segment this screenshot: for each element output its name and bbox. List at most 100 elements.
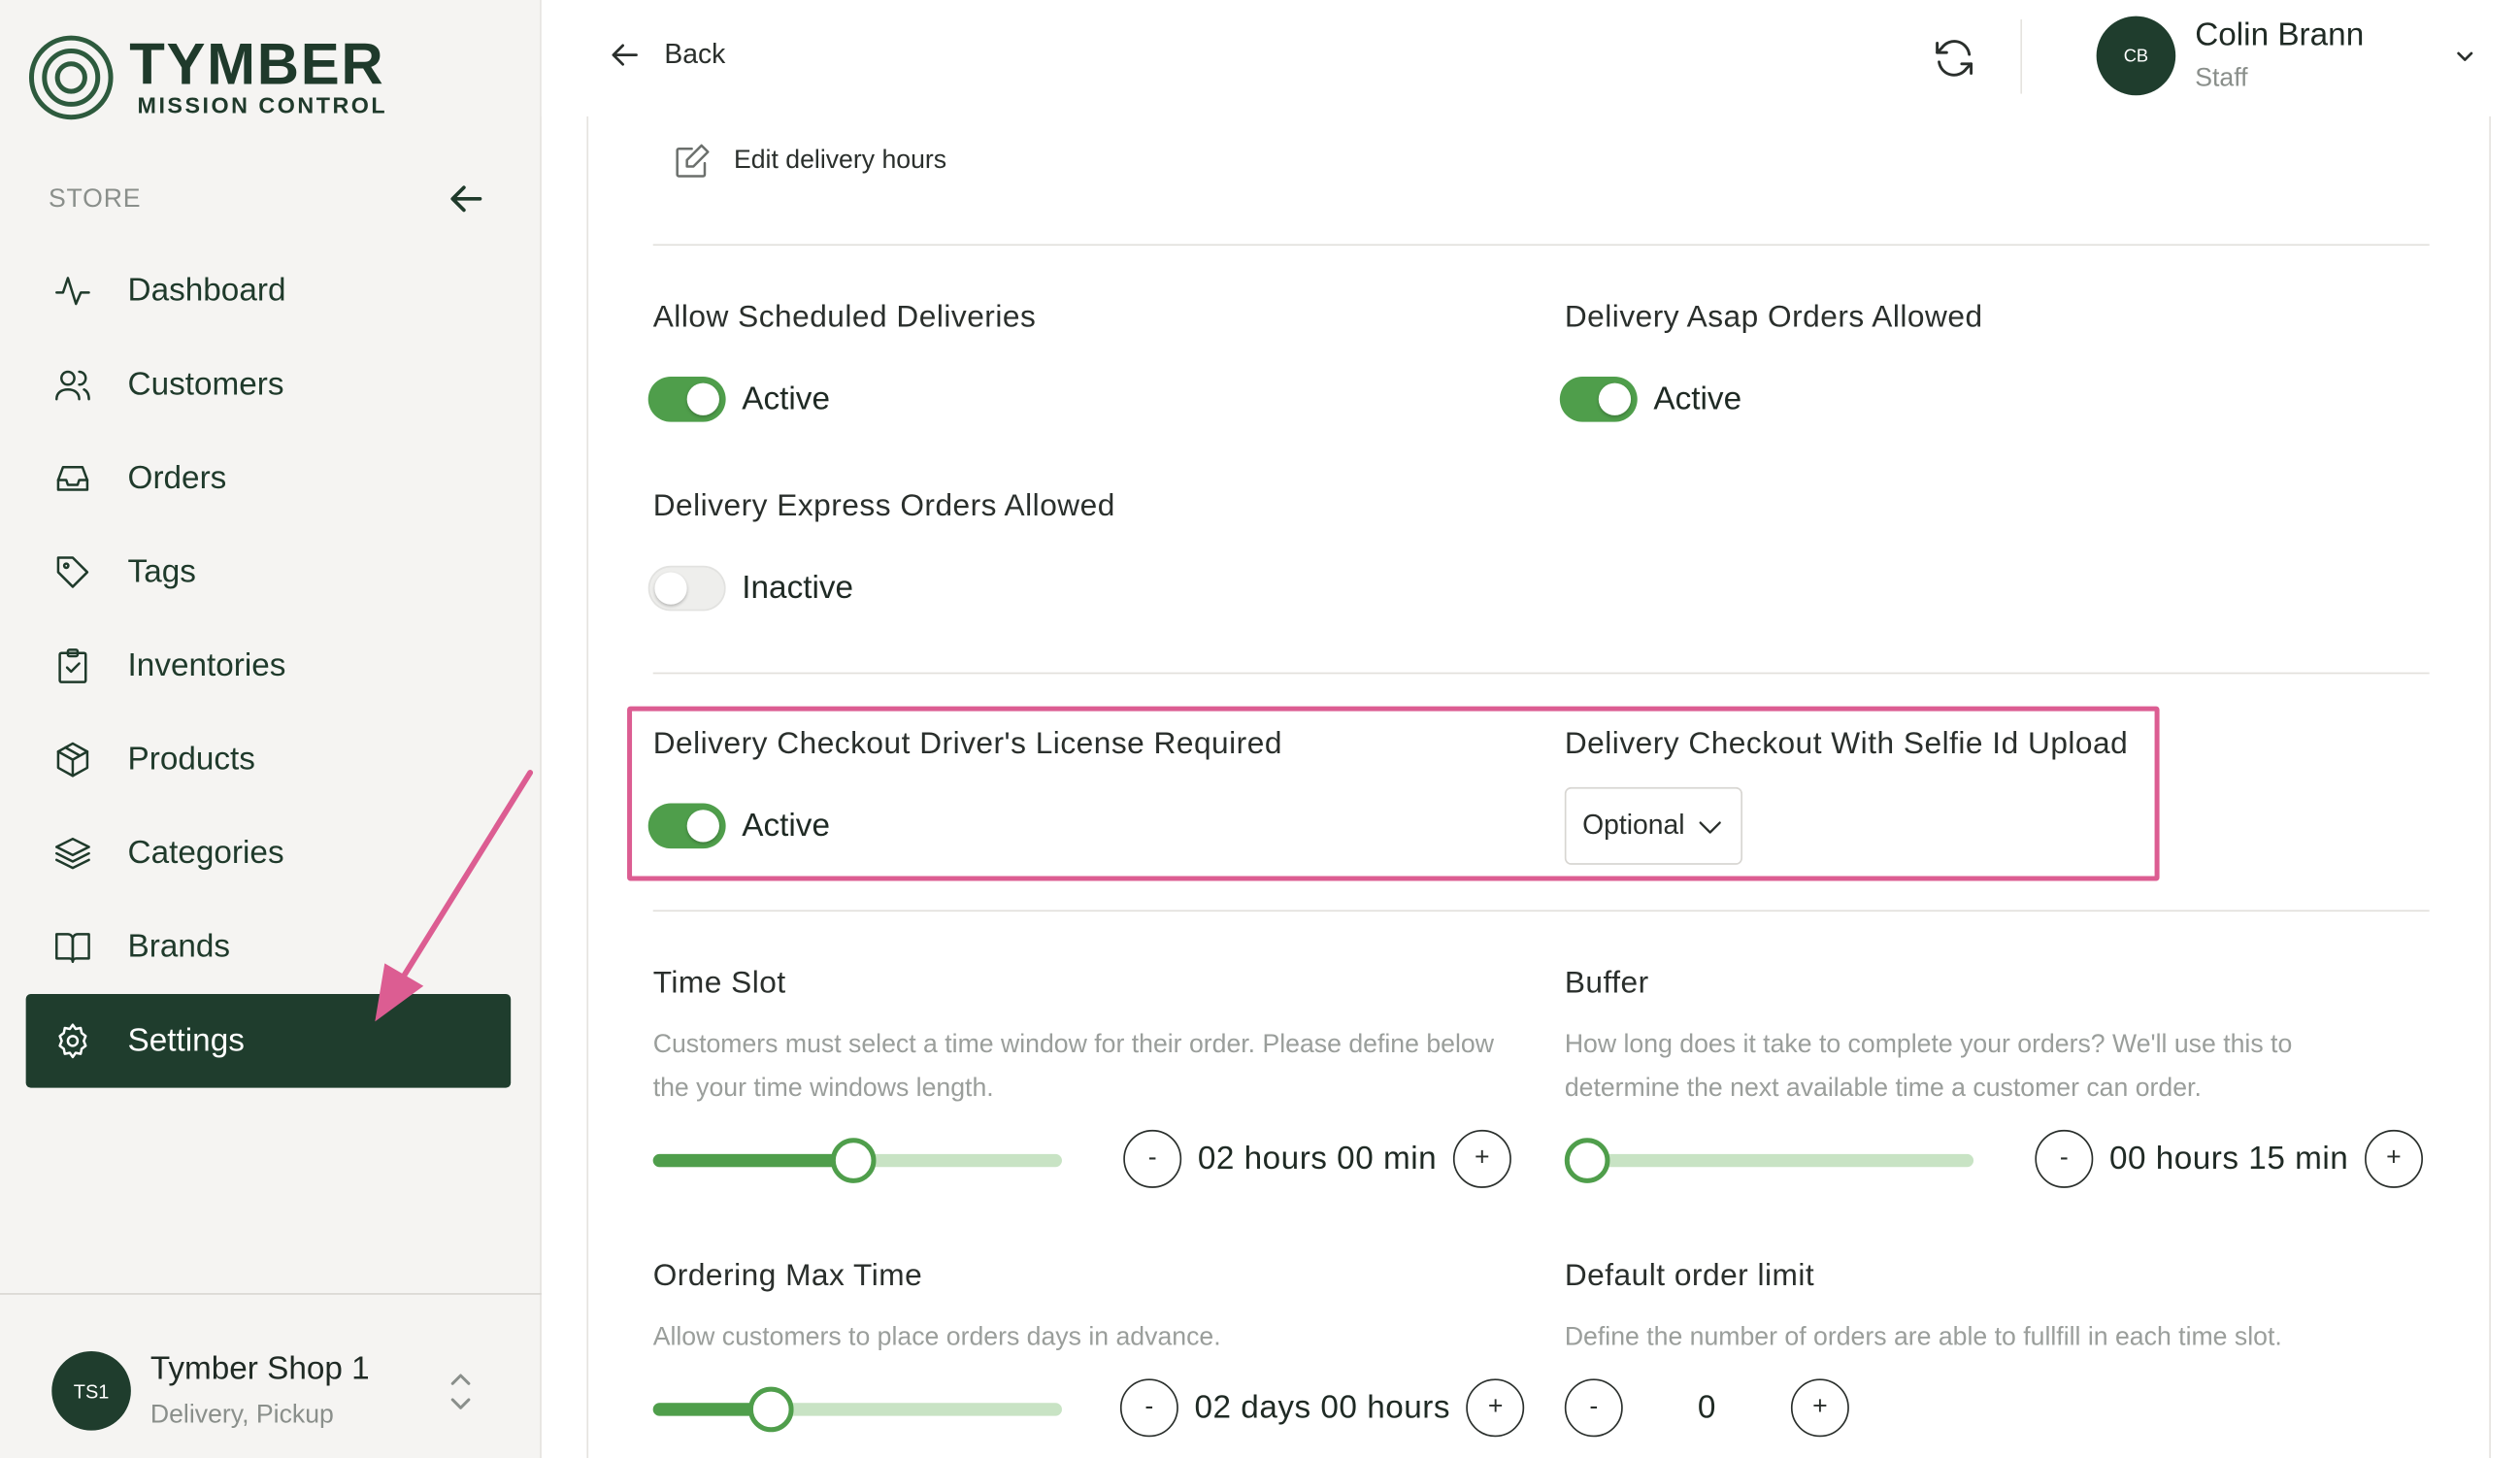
edit-icon <box>676 144 710 178</box>
sidebar-item-tags[interactable]: Tags <box>26 525 512 619</box>
book-open-icon <box>51 926 93 968</box>
slider-thumb[interactable] <box>830 1138 877 1183</box>
tag-icon <box>51 551 93 593</box>
buffer-value: 00 hours 15 min <box>2108 1140 2349 1176</box>
sidebar-item-dashboard[interactable]: Dashboard <box>26 244 512 338</box>
layers-icon <box>51 833 93 875</box>
logo-rings-icon <box>28 35 114 120</box>
gear-icon <box>51 1020 93 1062</box>
selfie-upload-select[interactable]: Optional <box>1564 786 1742 865</box>
chevron-down-icon[interactable] <box>2454 46 2476 68</box>
time-slot-stepper: - 02 hours 00 min + <box>1123 1129 1511 1188</box>
time-slot-increment-button[interactable]: + <box>1452 1129 1511 1188</box>
default-order-limit-value: 0 <box>1697 1389 1716 1425</box>
edit-hours-label: Edit delivery hours <box>733 147 947 175</box>
time-slot-value: 02 hours 00 min <box>1197 1140 1438 1176</box>
users-icon <box>51 364 93 406</box>
default-order-limit-increment-button[interactable]: + <box>1790 1378 1849 1438</box>
sidebar-item-label: Orders <box>127 459 227 496</box>
time-slot-slider[interactable] <box>652 1137 1062 1185</box>
buffer-increment-button[interactable]: + <box>2364 1129 2423 1188</box>
sidebar-nav: Dashboard Customers Orders Tags Inventor… <box>25 244 512 1088</box>
clipboard-check-icon <box>51 645 93 686</box>
arrow-left-icon <box>612 44 638 66</box>
time-slot-decrement-button[interactable]: - <box>1123 1129 1182 1188</box>
user-role: Staff <box>2195 64 2248 92</box>
slider-thumb[interactable] <box>1564 1138 1610 1183</box>
divider <box>652 672 2430 675</box>
sidebar-item-label: Categories <box>127 835 284 871</box>
sidebar-item-settings[interactable]: Settings <box>25 994 512 1088</box>
shop-modes: Delivery, Pickup <box>149 1401 334 1429</box>
allow-scheduled-toggle[interactable] <box>647 376 726 422</box>
ordering-max-time-decrement-button[interactable]: - <box>1119 1378 1178 1438</box>
shop-switcher[interactable]: TS1 Tymber Shop 1 Delivery, Pickup <box>51 1351 496 1431</box>
ordering-max-time-description: Allow customers to place orders days in … <box>652 1323 1221 1352</box>
ordering-max-time-label: Ordering Max Time <box>652 1259 923 1294</box>
sidebar-item-brands[interactable]: Brands <box>26 900 512 994</box>
sidebar-item-products[interactable]: Products <box>26 712 512 807</box>
sidebar-item-orders[interactable]: Orders <box>26 432 512 526</box>
back-label: Back <box>664 38 726 70</box>
ordering-max-time-slider[interactable] <box>652 1385 1062 1434</box>
chevron-up-down-icon[interactable] <box>448 1371 474 1412</box>
activity-icon <box>51 270 93 312</box>
divider <box>652 244 2430 247</box>
shop-name: Tymber Shop 1 <box>149 1351 370 1387</box>
brand-title: TYMBER <box>129 30 385 97</box>
ordering-max-time-increment-button[interactable]: + <box>1466 1378 1525 1438</box>
buffer-stepper: - 00 hours 15 min + <box>2035 1129 2423 1188</box>
express-allowed-state: Inactive <box>742 569 854 606</box>
delivery-settings-card: Edit delivery hours Allow Scheduled Deli… <box>586 116 2491 1458</box>
refresh-icon[interactable] <box>1932 36 1977 82</box>
sidebar-item-label: Brands <box>127 928 231 965</box>
sidebar-item-customers[interactable]: Customers <box>26 338 512 432</box>
slider-thumb[interactable] <box>748 1386 795 1433</box>
license-required-toggle[interactable] <box>647 803 726 849</box>
edit-delivery-hours-link[interactable]: Edit delivery hours <box>673 143 946 182</box>
buffer-label: Buffer <box>1564 966 1649 1001</box>
sidebar-item-categories[interactable]: Categories <box>26 807 512 901</box>
buffer-description: How long does it take to complete your o… <box>1564 1031 2293 1103</box>
sidebar: TYMBER MISSION CONTROL STORE Dashboard C… <box>0 0 542 1458</box>
default-order-limit-decrement-button[interactable]: - <box>1564 1378 1623 1438</box>
top-bar: Back CB Colin Brann Staff <box>541 0 2520 116</box>
topbar-divider <box>2020 18 2023 94</box>
license-required-state: Active <box>742 807 830 844</box>
asap-allowed-toggle[interactable] <box>1559 376 1638 422</box>
sidebar-item-label: Inventories <box>127 646 286 683</box>
chevron-down-icon <box>1700 821 1722 834</box>
brand-subtitle: MISSION CONTROL <box>137 91 388 118</box>
express-allowed-toggle[interactable] <box>647 565 726 612</box>
default-order-limit-stepper: - 0 + <box>1564 1378 1849 1438</box>
sidebar-item-label: Dashboard <box>127 272 286 309</box>
sidebar-item-label: Products <box>127 741 255 778</box>
buffer-slider[interactable] <box>1564 1137 1974 1185</box>
sidebar-divider <box>0 1293 542 1295</box>
asap-allowed-label: Delivery Asap Orders Allowed <box>1564 300 1983 335</box>
user-menu[interactable]: CB Colin Brann Staff <box>2096 16 2365 96</box>
selfie-upload-label: Delivery Checkout With Selfie Id Upload <box>1564 727 2129 762</box>
ordering-max-time-value: 02 days 00 hours <box>1194 1389 1451 1425</box>
section-label: STORE <box>48 185 142 214</box>
inbox-icon <box>51 457 93 499</box>
asap-allowed-state: Active <box>1653 381 1742 416</box>
default-order-limit-description: Define the number of orders are able to … <box>1564 1323 2282 1352</box>
express-allowed-label: Delivery Express Orders Allowed <box>652 489 1115 524</box>
collapse-sidebar-icon[interactable] <box>448 180 486 218</box>
sidebar-item-label: Settings <box>127 1022 245 1058</box>
box-icon <box>51 739 93 780</box>
buffer-decrement-button[interactable]: - <box>2035 1129 2094 1188</box>
sidebar-item-label: Tags <box>127 553 196 589</box>
sidebar-item-inventories[interactable]: Inventories <box>26 619 512 713</box>
sidebar-item-label: Customers <box>127 366 284 402</box>
avatar: CB <box>2096 16 2176 96</box>
back-button[interactable]: Back <box>610 38 726 71</box>
divider <box>652 910 2430 912</box>
time-slot-label: Time Slot <box>652 966 786 1001</box>
user-name: Colin Brann <box>2195 17 2365 53</box>
time-slot-description: Customers must select a time window for … <box>652 1031 1494 1103</box>
allow-scheduled-state: Active <box>742 381 830 416</box>
brand-logo[interactable]: TYMBER MISSION CONTROL <box>28 30 388 120</box>
default-order-limit-label: Default order limit <box>1564 1259 1815 1294</box>
